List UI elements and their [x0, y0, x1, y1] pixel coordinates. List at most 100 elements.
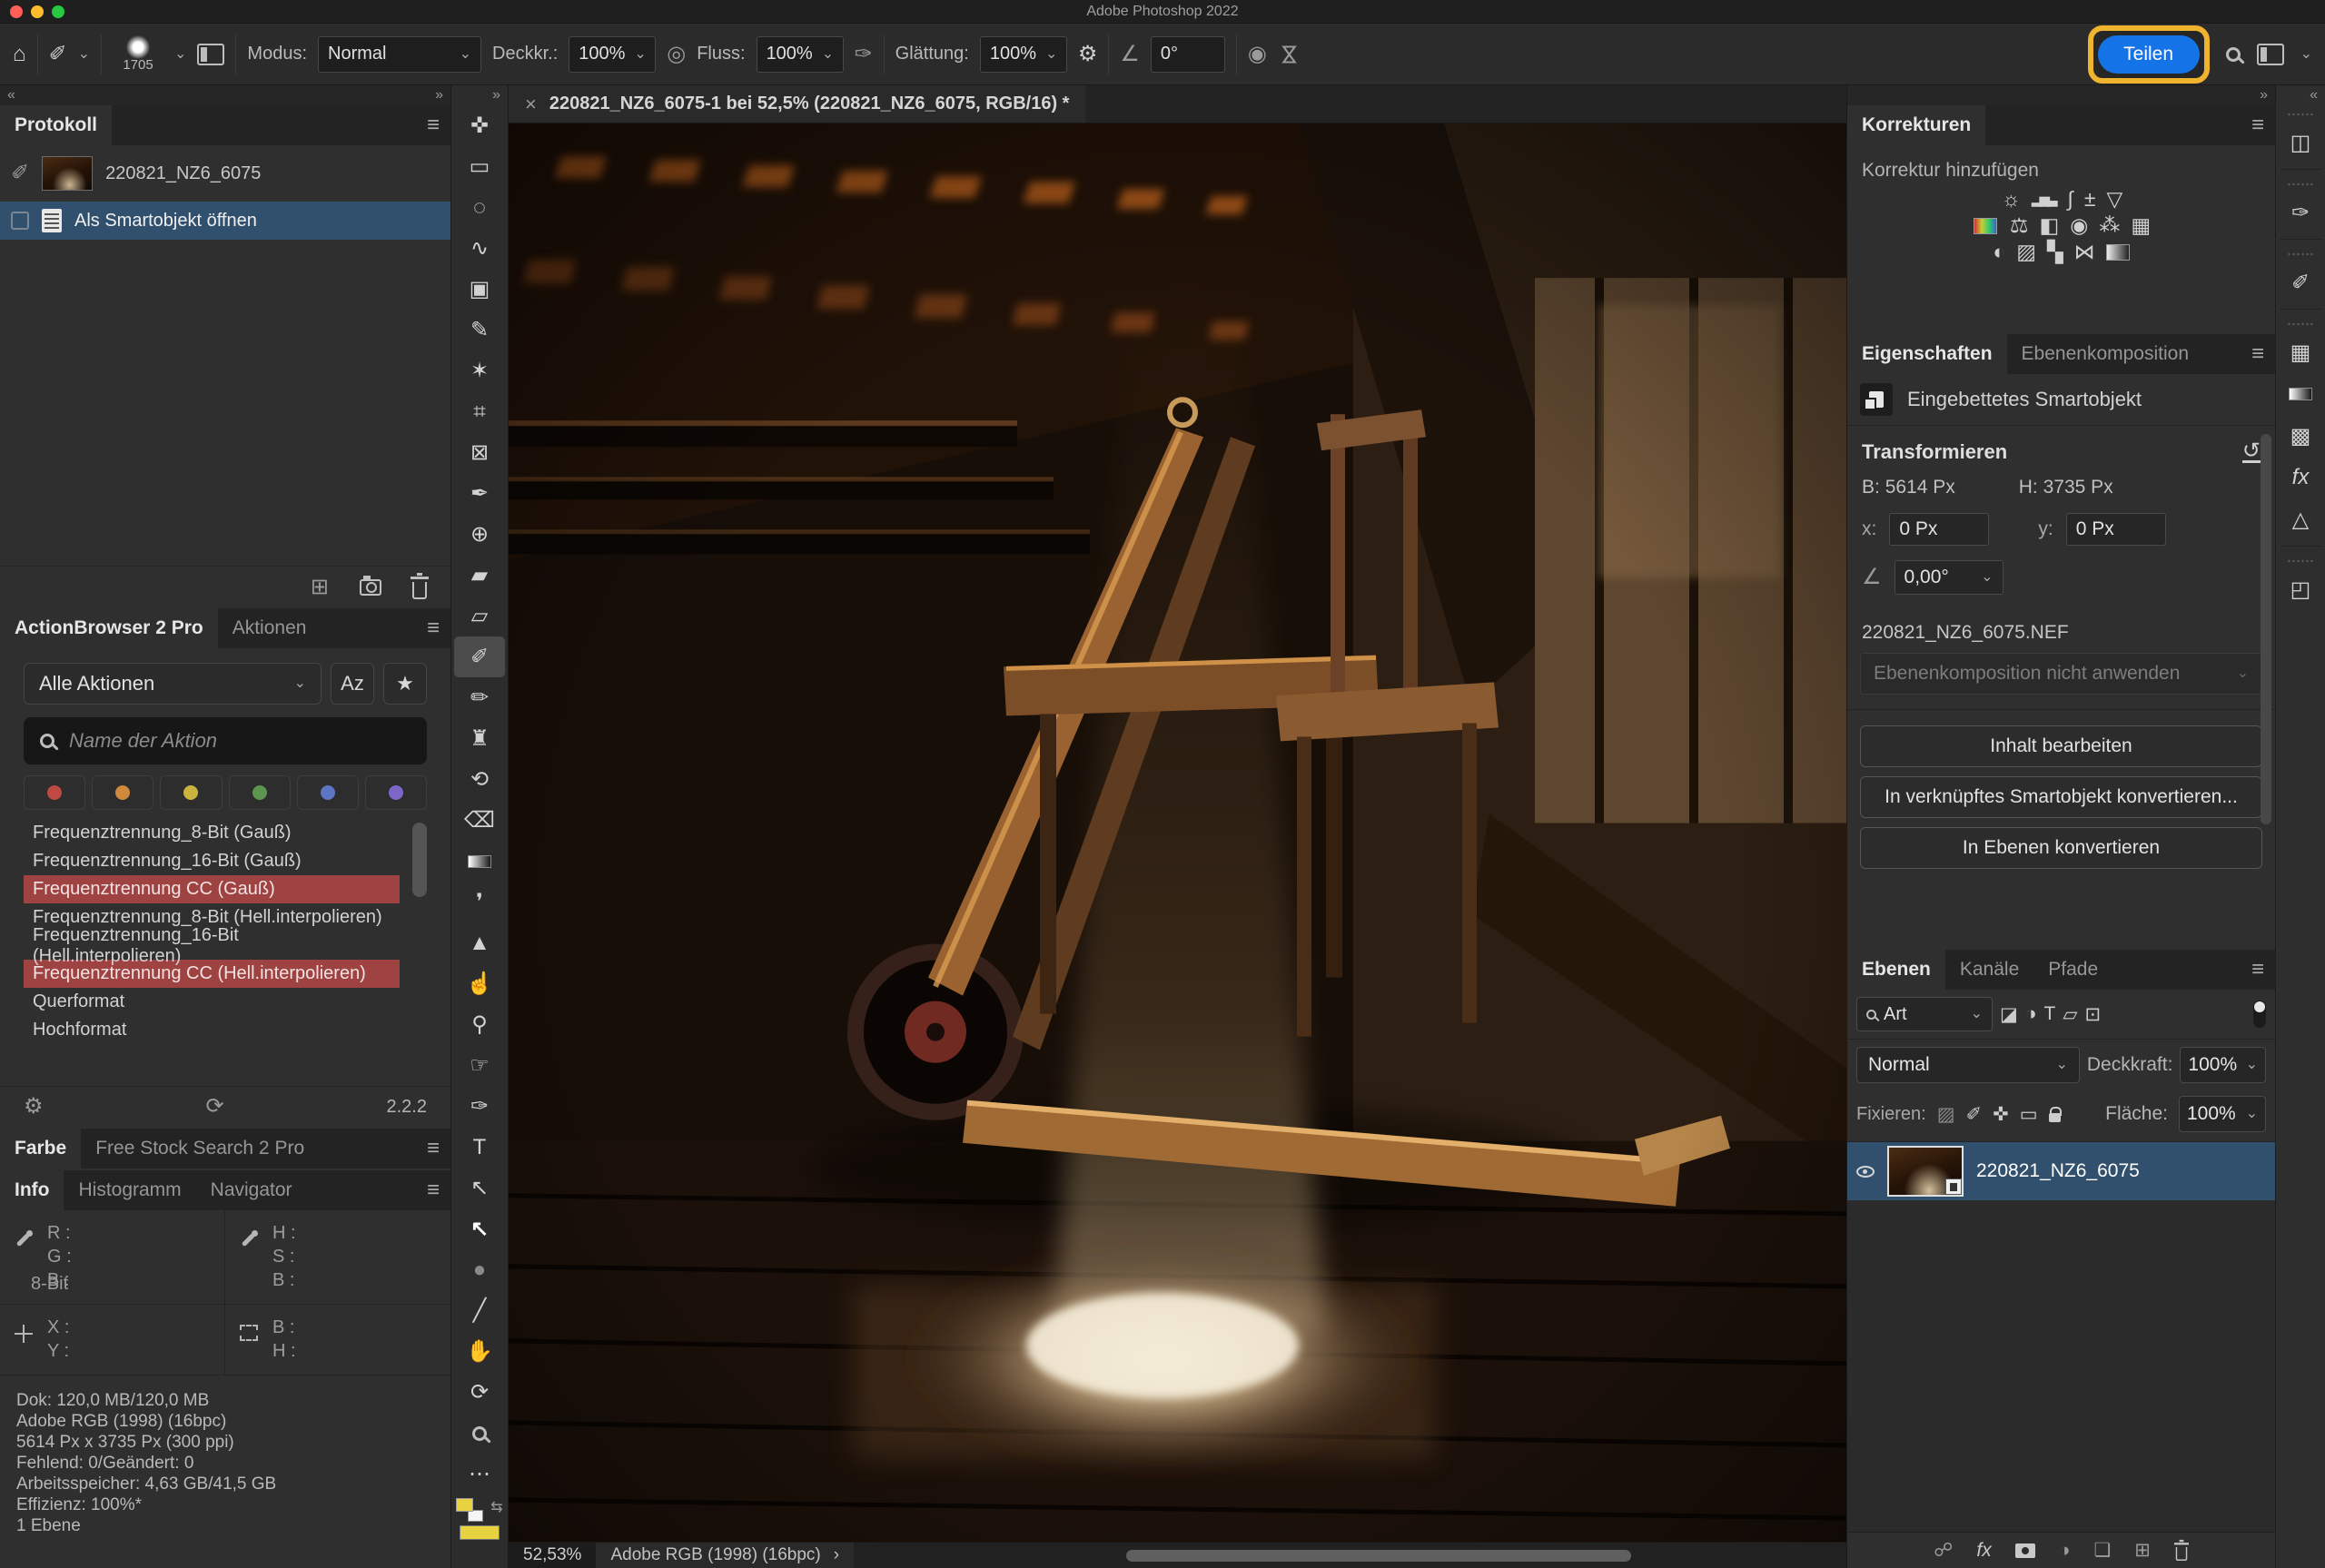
panel-menu-icon[interactable]: ≡: [2251, 105, 2264, 145]
favorites-star-button[interactable]: ★: [383, 663, 427, 705]
opacity-select[interactable]: 100% ⌄: [569, 36, 656, 73]
lock-artboard-icon[interactable]: ▭: [2020, 1103, 2038, 1126]
pressure-opacity-icon[interactable]: ◎: [667, 44, 686, 65]
panel-menu-icon[interactable]: ≡: [427, 105, 440, 145]
document-tab[interactable]: × 220821_NZ6_6075-1 bei 52,5% (220821_NZ…: [509, 85, 1085, 123]
history-step-row[interactable]: Als Smartobjekt öffnen: [0, 202, 450, 240]
filter-pixel-layers-icon[interactable]: ◪: [2000, 1003, 2018, 1026]
brush-tool-icon[interactable]: ✐: [49, 44, 67, 65]
smoothing-select[interactable]: 100% ⌄: [980, 36, 1067, 73]
patch-tool[interactable]: ▱: [454, 596, 505, 636]
color-balance-icon[interactable]: ⚖: [2010, 215, 2027, 236]
posterize-icon[interactable]: ▨: [2016, 242, 2034, 262]
layer-opacity-select[interactable]: 100% ⌄: [2180, 1047, 2266, 1083]
zoom-tool[interactable]: [454, 1413, 505, 1454]
color-filter-green[interactable]: [229, 775, 291, 810]
airbrush-icon[interactable]: ✑: [855, 44, 873, 65]
flow-select[interactable]: 100% ⌄: [757, 36, 844, 73]
dock-brush-presets[interactable]: ✐: [2276, 245, 2325, 303]
selective-color-icon[interactable]: ⋈: [2074, 242, 2093, 262]
line-tool[interactable]: ╱: [454, 1290, 505, 1331]
elliptical-marquee-tool[interactable]: ◌: [454, 187, 505, 228]
lock-position-icon[interactable]: ✜: [1993, 1103, 2009, 1126]
gradient-map-icon[interactable]: [2106, 244, 2130, 261]
action-list-scrollbar[interactable]: [412, 823, 427, 897]
eraser-tool[interactable]: ⌫: [454, 800, 505, 841]
brightness-contrast-icon[interactable]: ☼: [2002, 189, 2019, 210]
dock-libraries[interactable]: ◫: [2276, 105, 2325, 163]
new-document-from-state-icon[interactable]: ⊞: [311, 577, 329, 598]
filter-type-layers-icon[interactable]: T: [2044, 1003, 2056, 1025]
history-brush-tool[interactable]: ⟲: [454, 759, 505, 800]
layer-fill-select[interactable]: 100% ⌄: [2179, 1096, 2266, 1132]
filter-toggle-switch[interactable]: [2253, 1001, 2266, 1028]
panel-menu-icon[interactable]: ≡: [427, 1129, 440, 1169]
tab-pfade[interactable]: Pfade: [2033, 950, 2112, 990]
levels-icon[interactable]: ▂▅▃: [2032, 192, 2055, 206]
search-icon[interactable]: [2226, 47, 2241, 62]
healing-brush-tool[interactable]: ▰: [454, 555, 505, 596]
panel-menu-icon[interactable]: ≡: [427, 608, 440, 648]
workspace-switcher-icon[interactable]: [2257, 44, 2284, 65]
clone-stamp-tool[interactable]: ♜: [454, 718, 505, 759]
lasso-tool[interactable]: ∿: [454, 228, 505, 269]
layer-row[interactable]: 220821_NZ6_6075: [1847, 1142, 2275, 1200]
brush-tool[interactable]: ✐: [454, 636, 505, 677]
vibrance-icon[interactable]: ▽: [2106, 189, 2121, 210]
edit-toolbar-ellipsis[interactable]: ⋯: [454, 1454, 505, 1494]
dock-patterns[interactable]: ▩: [2276, 415, 2325, 457]
toggle-brush-panel-icon[interactable]: [197, 44, 224, 65]
action-search-field[interactable]: Name der Aktion: [24, 717, 427, 764]
gear-icon[interactable]: ⚙: [1078, 44, 1098, 65]
tab-navigator[interactable]: Navigator: [196, 1170, 307, 1210]
dodge-tool[interactable]: ⚲: [454, 1004, 505, 1045]
action-list-item[interactable]: Frequenztrennung CC (Hell.interpolieren): [24, 960, 400, 988]
action-set-select[interactable]: Alle Aktionen ⌄: [24, 663, 322, 705]
expand-toolbar-icon[interactable]: »: [492, 87, 500, 104]
zoom-level-field[interactable]: 52,53%: [509, 1543, 596, 1568]
chevron-down-icon[interactable]: ⌄: [78, 47, 90, 62]
new-snapshot-icon[interactable]: [360, 579, 381, 596]
photo-filter-icon[interactable]: ◉: [2070, 215, 2086, 236]
horizontal-scrollbar[interactable]: [1126, 1550, 1631, 1562]
add-layer-mask-icon[interactable]: [2015, 1543, 2035, 1558]
panel-menu-icon[interactable]: ≡: [427, 1170, 440, 1210]
panel-menu-icon[interactable]: ≡: [2251, 950, 2264, 990]
curves-icon[interactable]: ∫: [2068, 189, 2072, 210]
delete-layer-icon[interactable]: [2175, 1546, 2187, 1560]
path-selection-tool[interactable]: ↖: [454, 1168, 505, 1208]
pressure-size-icon[interactable]: ◉: [1248, 44, 1267, 65]
new-adjustment-layer-icon[interactable]: ◑: [2059, 1541, 2071, 1560]
history-checkbox[interactable]: [11, 212, 29, 230]
history-snapshot-row[interactable]: ✐ 220821_NZ6_6075: [0, 145, 450, 202]
tab-farbe[interactable]: Farbe: [0, 1129, 81, 1169]
hand-tool[interactable]: ✋: [454, 1331, 505, 1372]
spot-healing-tool[interactable]: ⊕: [454, 514, 505, 555]
layer-blend-mode-select[interactable]: Normal ⌄: [1856, 1047, 2080, 1083]
color-filter-blue[interactable]: [297, 775, 359, 810]
delete-state-icon[interactable]: [412, 582, 427, 599]
lock-transparency-icon[interactable]: ▨: [1937, 1103, 1955, 1126]
tab-ebenenkomposition[interactable]: Ebenenkomposition: [2007, 334, 2203, 374]
collapse-dock-icon[interactable]: «: [2310, 87, 2318, 104]
action-list-item[interactable]: Querformat: [24, 988, 400, 1016]
type-tool[interactable]: T: [454, 1127, 505, 1168]
new-group-folder-icon[interactable]: ❏: [2093, 1541, 2111, 1560]
close-icon[interactable]: ×: [525, 93, 537, 116]
y-position-field[interactable]: 0 Px: [2066, 513, 2166, 546]
move-tool[interactable]: ✜: [454, 105, 505, 146]
document-profile-status[interactable]: Adobe RGB (1998) (16bpc) ›: [596, 1543, 854, 1568]
properties-scrollbar[interactable]: [2261, 434, 2271, 824]
tab-eigenschaften[interactable]: Eigenschaften: [1847, 334, 2007, 374]
filter-type-select[interactable]: Art ⌄: [1856, 997, 1993, 1031]
symmetry-butterfly-icon[interactable]: ⋈: [1278, 44, 1300, 65]
tab-free-stock-search[interactable]: Free Stock Search 2 Pro: [81, 1129, 319, 1169]
sharpen-tool[interactable]: ▲: [454, 922, 505, 963]
action-list-item[interactable]: Frequenztrennung_16-Bit (Hell.interpolie…: [24, 932, 400, 960]
invert-icon[interactable]: ◐: [1993, 242, 2003, 262]
exposure-icon[interactable]: ±: [2084, 189, 2094, 210]
color-filter-red[interactable]: [24, 775, 85, 810]
layer-comp-select[interactable]: Ebenenkomposition nicht anwenden ⌄: [1860, 653, 2262, 695]
convert-to-layers-button[interactable]: In Ebenen konvertieren: [1860, 827, 2262, 869]
tab-ebenen[interactable]: Ebenen: [1847, 950, 1945, 990]
